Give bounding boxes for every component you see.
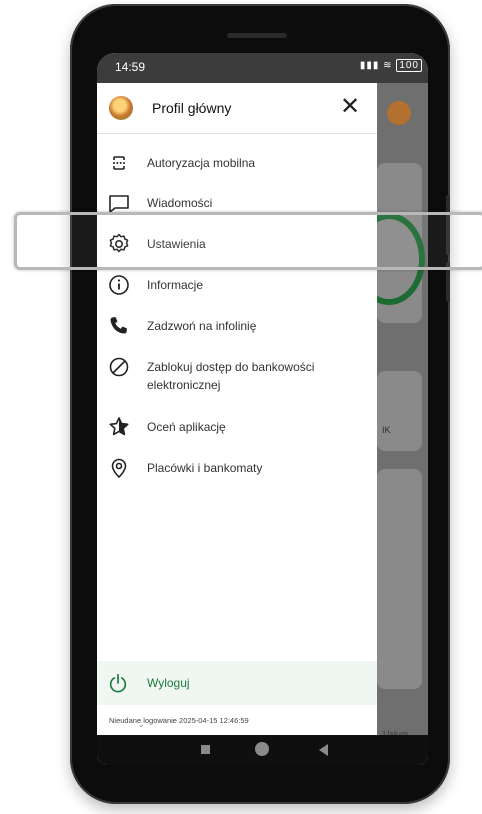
- navigation-drawer: Profil główny ✕ Autoryzacja mobilna Wiad…: [97, 83, 377, 735]
- battery-icon: 100: [396, 59, 422, 72]
- background-label-ik: IK: [382, 425, 391, 435]
- menu-item-rate-app[interactable]: Oceń aplikację: [97, 408, 377, 446]
- signal-icon: ▮▮▮: [359, 60, 380, 71]
- info-icon: [107, 273, 131, 297]
- menu-item-information[interactable]: Informacje: [97, 266, 377, 304]
- mobile-authorization-icon: [107, 151, 131, 175]
- back-icon[interactable]: [319, 744, 328, 756]
- phone-icon: [107, 314, 131, 338]
- status-bar: 14:59 ▮▮▮ ≋ 100: [97, 53, 428, 83]
- menu-item-mobile-authorization[interactable]: Autoryzacja mobilna: [97, 144, 377, 182]
- logout-label: Wyloguj: [147, 676, 190, 690]
- logout-button[interactable]: Wyloguj: [97, 661, 377, 705]
- menu-item-label-line1: Zablokuj dostęp do bankowości: [147, 360, 315, 374]
- power-icon: [107, 672, 129, 694]
- block-icon: [107, 355, 131, 379]
- menu-item-label: Placówki i bankomaty: [147, 461, 263, 475]
- menu-item-label: Informacje: [147, 278, 204, 292]
- profile-avatar[interactable]: [109, 96, 133, 120]
- background-card: [377, 469, 422, 689]
- location-pin-icon: [107, 456, 131, 480]
- status-icons: ▮▮▮ ≋ 100: [359, 59, 422, 72]
- menu-item-branches-atms[interactable]: Placówki i bankomaty: [97, 449, 377, 487]
- menu-item-label: Autoryzacja mobilna: [147, 156, 256, 170]
- background-card: [377, 371, 422, 451]
- settings-highlight-frame: [14, 212, 482, 270]
- last-failed-login: Nieudane logowanie 2025-04-15 12:46:59: [109, 716, 377, 725]
- status-time: 14:59: [115, 60, 146, 74]
- phone-screen: 14:59 ▮▮▮ ≋ 100 IK Usługi Profil główny …: [97, 53, 428, 765]
- drawer-header: Profil główny ✕: [97, 83, 377, 133]
- profile-title: Profil główny: [152, 100, 232, 116]
- menu-item-block-access[interactable]: Zablokuj dostęp do bankowości elektronic…: [97, 348, 377, 398]
- phone-speaker: [227, 33, 287, 38]
- close-button[interactable]: ✕: [337, 94, 363, 120]
- header-divider: [97, 133, 377, 134]
- menu-item-call-hotline[interactable]: Zadzwoń na infolinię: [97, 307, 377, 345]
- menu-item-label: Oceń aplikację: [147, 420, 226, 434]
- background-avatar: [387, 101, 411, 125]
- menu-item-label: Zablokuj dostęp do bankowości elektronic…: [147, 358, 314, 394]
- recent-apps-icon[interactable]: [201, 745, 210, 754]
- menu-item-label-line2: elektronicznej: [147, 378, 221, 392]
- menu-item-label: Wiadomości: [147, 196, 213, 210]
- home-icon[interactable]: [255, 742, 269, 756]
- android-nav-bar: [97, 735, 428, 765]
- wifi-icon: ≋: [383, 60, 393, 71]
- menu-item-label: Zadzwoń na infolinię: [147, 319, 257, 333]
- star-icon: [107, 415, 131, 439]
